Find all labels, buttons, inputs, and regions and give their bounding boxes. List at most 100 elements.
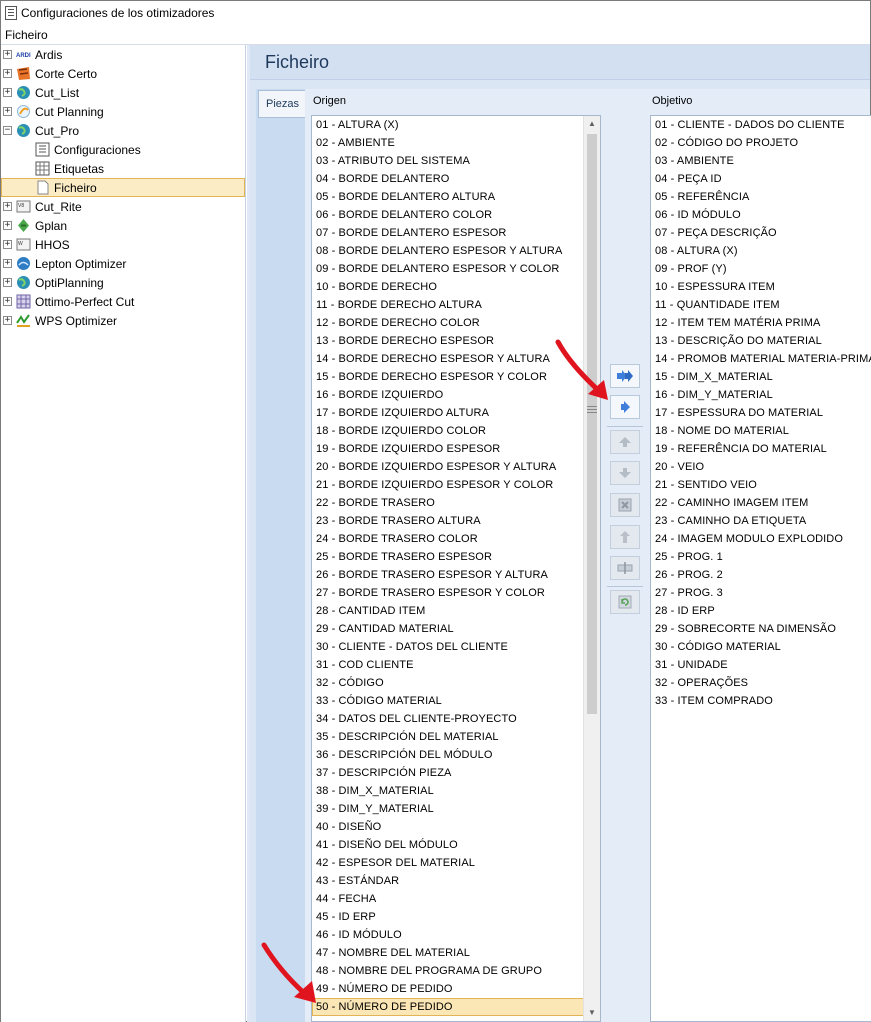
list-item[interactable]: 32 - CÓDIGO	[312, 674, 600, 692]
list-item[interactable]: 10 - BORDE DERECHO	[312, 278, 600, 296]
list-item[interactable]: 16 - DIM_Y_MATERIAL	[651, 386, 871, 404]
list-item[interactable]: 45 - ID ERP	[312, 908, 600, 926]
move-right-button[interactable]	[610, 395, 640, 419]
list-item[interactable]: 31 - COD CLIENTE	[312, 656, 600, 674]
tree-item-cut-pro[interactable]: − Cut_Pro	[3, 121, 79, 140]
list-item[interactable]: 29 - CANTIDAD MATERIAL	[312, 620, 600, 638]
tree-item-wps-optimizer[interactable]: + WPS Optimizer	[3, 311, 117, 330]
list-item[interactable]: 22 - BORDE TRASERO	[312, 494, 600, 512]
list-item[interactable]: 28 - ID ERP	[651, 602, 871, 620]
list-item[interactable]: 32 - OPERAÇÕES	[651, 674, 871, 692]
list-item[interactable]: 19 - BORDE IZQUIERDO ESPESOR	[312, 440, 600, 458]
list-item[interactable]: 26 - BORDE TRASERO ESPESOR Y ALTURA	[312, 566, 600, 584]
list-item[interactable]: 18 - NOME DO MATERIAL	[651, 422, 871, 440]
expand-icon[interactable]: +	[3, 297, 12, 306]
expand-icon[interactable]: +	[3, 278, 12, 287]
move-up-button[interactable]	[610, 430, 640, 454]
target-list[interactable]: 01 - CLIENTE - DADOS DO CLIENTE 02 - CÓDI…	[650, 115, 871, 1022]
list-item[interactable]: 27 - BORDE TRASERO ESPESOR Y COLOR	[312, 584, 600, 602]
list-item[interactable]: 17 - BORDE IZQUIERDO ALTURA	[312, 404, 600, 422]
list-item[interactable]: 05 - BORDE DELANTERO ALTURA	[312, 188, 600, 206]
list-item[interactable]: 21 - BORDE IZQUIERDO ESPESOR Y COLOR	[312, 476, 600, 494]
list-item[interactable]: 01 - CLIENTE - DADOS DO CLIENTE	[651, 116, 871, 134]
list-item[interactable]: 10 - ESPESSURA ITEM	[651, 278, 871, 296]
refresh-button[interactable]	[610, 590, 640, 614]
list-item[interactable]: 15 - DIM_X_MATERIAL	[651, 368, 871, 386]
list-item[interactable]: 50 - NÚMERO DE PEDIDO	[312, 998, 600, 1016]
list-item[interactable]: 25 - PROG. 1	[651, 548, 871, 566]
merge-button[interactable]	[610, 525, 640, 549]
list-item[interactable]: 42 - ESPESOR DEL MATERIAL	[312, 854, 600, 872]
list-item[interactable]: 36 - DESCRIPCIÓN DEL MÓDULO	[312, 746, 600, 764]
list-item[interactable]: 23 - BORDE TRASERO ALTURA	[312, 512, 600, 530]
list-item[interactable]: 13 - DESCRIÇÃO DO MATERIAL	[651, 332, 871, 350]
list-item[interactable]: 41 - DISEÑO DEL MÓDULO	[312, 836, 600, 854]
list-item[interactable]: 49 - NÚMERO DE PEDIDO	[312, 980, 600, 998]
list-item[interactable]: 21 - SENTIDO VEIO	[651, 476, 871, 494]
list-item[interactable]: 33 - ITEM COMPRADO	[651, 692, 871, 710]
list-item[interactable]: 47 - NOMBRE DEL MATERIAL	[312, 944, 600, 962]
list-item[interactable]: 02 - AMBIENTE	[312, 134, 600, 152]
list-item[interactable]: 12 - BORDE DERECHO COLOR	[312, 314, 600, 332]
list-item[interactable]: 34 - DATOS DEL CLIENTE-PROYECTO	[312, 710, 600, 728]
list-item[interactable]: 01 - ALTURA (X)	[312, 116, 600, 134]
tab-piezas[interactable]: Piezas	[258, 90, 306, 118]
list-item[interactable]: 06 - ID MÓDULO	[651, 206, 871, 224]
list-item[interactable]: 06 - BORDE DELANTERO COLOR	[312, 206, 600, 224]
list-item[interactable]: 08 - BORDE DELANTERO ESPESOR Y ALTURA	[312, 242, 600, 260]
tree-item-lepton-optimizer[interactable]: + Lepton Optimizer	[3, 254, 126, 273]
list-item[interactable]: 17 - ESPESSURA DO MATERIAL	[651, 404, 871, 422]
expand-icon[interactable]: +	[3, 240, 12, 249]
list-item[interactable]: 25 - BORDE TRASERO ESPESOR	[312, 548, 600, 566]
list-item[interactable]: 20 - VEIO	[651, 458, 871, 476]
list-item[interactable]: 07 - BORDE DELANTERO ESPESOR	[312, 224, 600, 242]
expand-icon[interactable]: +	[3, 88, 12, 97]
list-item[interactable]: 14 - PROMOB MATERIAL MATERIA-PRIMA	[651, 350, 871, 368]
list-item[interactable]: 30 - CÓDIGO MATERIAL	[651, 638, 871, 656]
scroll-down-icon[interactable]: ▼	[584, 1005, 600, 1021]
list-item[interactable]: 26 - PROG. 2	[651, 566, 871, 584]
list-item[interactable]: 29 - SOBRECORTE NA DIMENSÃO	[651, 620, 871, 638]
tree-item-ottimo-perfect-cut[interactable]: + Ottimo-Perfect Cut	[3, 292, 134, 311]
menu-file[interactable]: Ficheiro	[5, 28, 48, 42]
origin-scrollbar[interactable]: ▲ ▼	[583, 116, 600, 1021]
list-item[interactable]: 22 - CAMINHO IMAGEM ITEM	[651, 494, 871, 512]
list-item[interactable]: 38 - DIM_X_MATERIAL	[312, 782, 600, 800]
list-item[interactable]: 05 - REFERÊNCIA	[651, 188, 871, 206]
list-item[interactable]: 24 - IMAGEM MODULO EXPLODIDO	[651, 530, 871, 548]
delete-button[interactable]	[610, 493, 640, 517]
list-item[interactable]: 28 - CANTIDAD ITEM	[312, 602, 600, 620]
list-item[interactable]: 20 - BORDE IZQUIERDO ESPESOR Y ALTURA	[312, 458, 600, 476]
tree-item-ardis[interactable]: + ARDIS Ardis	[3, 45, 62, 64]
tree-item-etiquetas[interactable]: Etiquetas	[35, 159, 104, 178]
expand-icon[interactable]: +	[3, 50, 12, 59]
tree-item-configuraciones[interactable]: Configuraciones	[35, 140, 141, 159]
tree-item-gplan[interactable]: + Gplan	[3, 216, 67, 235]
tree-item-cut-planning[interactable]: + Cut Planning	[3, 102, 104, 121]
list-item[interactable]: 12 - ITEM TEM MATÉRIA PRIMA	[651, 314, 871, 332]
list-item[interactable]: 31 - UNIDADE	[651, 656, 871, 674]
list-item[interactable]: 24 - BORDE TRASERO COLOR	[312, 530, 600, 548]
list-item[interactable]: 04 - BORDE DELANTERO	[312, 170, 600, 188]
list-item[interactable]: 19 - REFERÊNCIA DO MATERIAL	[651, 440, 871, 458]
expand-icon[interactable]: +	[3, 259, 12, 268]
tree-item-cut-list[interactable]: + Cut_List	[3, 83, 79, 102]
expand-icon[interactable]: +	[3, 202, 12, 211]
list-item[interactable]: 03 - AMBIENTE	[651, 152, 871, 170]
collapse-icon[interactable]: −	[3, 126, 12, 135]
list-item[interactable]: 11 - BORDE DERECHO ALTURA	[312, 296, 600, 314]
move-down-button[interactable]	[610, 461, 640, 485]
list-item[interactable]: 40 - DISEÑO	[312, 818, 600, 836]
origin-list[interactable]: 01 - ALTURA (X) 02 - AMBIENTE 03 - ATRIBUT…	[311, 115, 601, 1022]
list-item[interactable]: 04 - PEÇA ID	[651, 170, 871, 188]
list-item[interactable]: 07 - PEÇA DESCRIÇÃO	[651, 224, 871, 242]
list-item[interactable]: 30 - CLIENTE - DATOS DEL CLIENTE	[312, 638, 600, 656]
list-item[interactable]: 03 - ATRIBUTO DEL SISTEMA	[312, 152, 600, 170]
tree-item-cut-rite[interactable]: + V8 Cut_Rite	[3, 197, 82, 216]
list-item[interactable]: 43 - ESTÁNDAR	[312, 872, 600, 890]
list-item[interactable]: 37 - DESCRIPCIÓN PIEZA	[312, 764, 600, 782]
list-item[interactable]: 27 - PROG. 3	[651, 584, 871, 602]
tree-item-optiplanning[interactable]: + OptiPlanning	[3, 273, 104, 292]
scroll-up-icon[interactable]: ▲	[584, 116, 600, 132]
list-item[interactable]: 44 - FECHA	[312, 890, 600, 908]
